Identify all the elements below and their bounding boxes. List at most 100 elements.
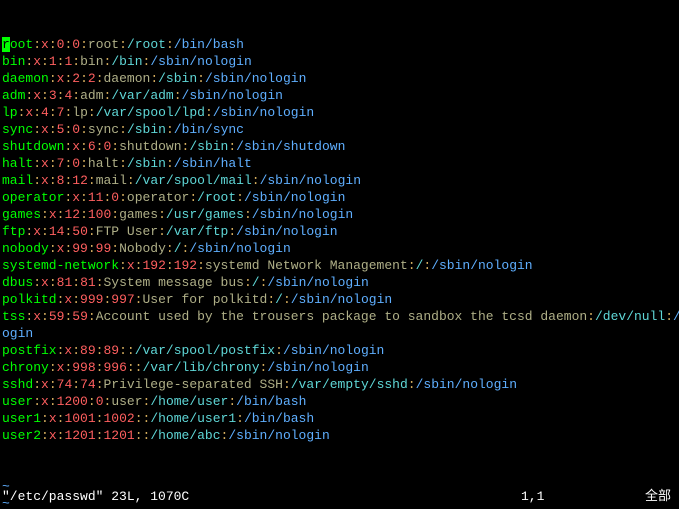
- text-segment: 59: [49, 309, 65, 324]
- text-segment: games: [2, 207, 41, 222]
- text-segment: /sbin: [127, 156, 166, 171]
- text-segment: /var/spool/lpd: [96, 105, 205, 120]
- text-segment: ::: [127, 360, 143, 375]
- text-segment: /sbin/nologin: [150, 54, 251, 69]
- file-line: root:x:0:0:root:/root:/bin/bash: [2, 36, 677, 53]
- text-segment: :: [72, 88, 80, 103]
- text-segment: /var/ftp: [166, 224, 228, 239]
- text-segment: :: [96, 377, 104, 392]
- text-segment: lp: [2, 105, 18, 120]
- text-segment: :: [41, 428, 49, 443]
- text-segment: /sbin/nologin: [283, 343, 384, 358]
- text-segment: 997: [111, 292, 134, 307]
- text-segment: :: [127, 173, 135, 188]
- text-segment: /usr/games: [166, 207, 244, 222]
- text-segment: /sbin/nologin: [252, 207, 353, 222]
- text-segment: User for polkitd: [142, 292, 267, 307]
- text-segment: oot: [10, 37, 33, 52]
- text-segment: bin: [2, 54, 25, 69]
- file-line: nobody:x:99:99:Nobody:/:/sbin/nologin: [2, 240, 677, 257]
- terminal-viewport[interactable]: root:x:0:0:root:/root:/bin/bashbin:x:1:1…: [0, 0, 679, 509]
- text-segment: 89: [80, 343, 96, 358]
- text-segment: :: [72, 292, 80, 307]
- text-segment: :: [41, 54, 49, 69]
- text-segment: sshd: [2, 377, 33, 392]
- text-segment: :: [587, 309, 595, 324]
- text-segment: :: [283, 292, 291, 307]
- text-segment: :: [119, 37, 127, 52]
- text-segment: 81: [57, 275, 73, 290]
- text-segment: :: [72, 343, 80, 358]
- text-segment: :: [33, 122, 41, 137]
- text-segment: /sbin: [189, 139, 228, 154]
- text-segment: nobody: [2, 241, 49, 256]
- text-segment: /sbin/nologin: [205, 71, 306, 86]
- text-segment: 996: [103, 360, 126, 375]
- text-segment: :: [49, 122, 57, 137]
- text-segment: :: [49, 156, 57, 171]
- text-segment: sync: [2, 122, 33, 137]
- text-segment: /var/spool/postfix: [135, 343, 275, 358]
- text-segment: :: [166, 258, 174, 273]
- text-segment: :: [49, 394, 57, 409]
- text-segment: 0: [96, 394, 104, 409]
- text-segment: mail: [96, 173, 127, 188]
- text-segment: user2: [2, 428, 41, 443]
- file-line: user1:x:1001:1002::/home/user1:/bin/bash: [2, 410, 677, 427]
- file-line: adm:x:3:4:adm:/var/adm:/sbin/nologin: [2, 87, 677, 104]
- text-segment: /bin/sync: [174, 122, 244, 137]
- text-segment: :: [41, 207, 49, 222]
- file-line: daemon:x:2:2:daemon:/sbin:/sbin/nologin: [2, 70, 677, 87]
- text-segment: 1201: [64, 428, 95, 443]
- text-segment: :: [228, 139, 236, 154]
- text-segment: 1201: [103, 428, 134, 443]
- text-segment: :: [49, 360, 57, 375]
- status-scroll: 全部: [621, 488, 677, 505]
- text-segment: /sbin/nologin: [228, 428, 329, 443]
- text-segment: user1: [2, 411, 41, 426]
- file-line: shutdown:x:6:0:shutdown:/sbin:/sbin/shut…: [2, 138, 677, 155]
- text-segment: :: [80, 207, 88, 222]
- text-segment: :: [49, 71, 57, 86]
- text-segment: /var/lib/chrony: [142, 360, 259, 375]
- text-segment: :: [88, 173, 96, 188]
- text-segment: :: [205, 105, 213, 120]
- text-segment: :: [228, 394, 236, 409]
- text-segment: :: [80, 71, 88, 86]
- text-segment: 192: [174, 258, 197, 273]
- text-segment: /sbin/nologin: [182, 88, 283, 103]
- file-line: ogin: [2, 325, 677, 342]
- text-segment: :: [174, 88, 182, 103]
- text-segment: 14: [49, 224, 65, 239]
- text-segment: 89: [103, 343, 119, 358]
- text-segment: ::: [135, 411, 151, 426]
- text-segment: FTP User: [96, 224, 158, 239]
- file-line: mail:x:8:12:mail:/var/spool/mail:/sbin/n…: [2, 172, 677, 189]
- text-segment: Nobody: [119, 241, 166, 256]
- text-segment: 59: [72, 309, 88, 324]
- text-segment: 1: [49, 54, 57, 69]
- text-segment: :: [158, 207, 166, 222]
- text-segment: :: [111, 241, 119, 256]
- file-line: sync:x:5:0:sync:/sbin:/bin/sync: [2, 121, 677, 138]
- text-segment: root: [88, 37, 119, 52]
- text-segment: :: [166, 156, 174, 171]
- text-segment: /sbin/nologin: [244, 190, 345, 205]
- text-segment: :: [88, 241, 96, 256]
- text-segment: user: [111, 394, 142, 409]
- text-segment: /var/empty/sshd: [291, 377, 408, 392]
- text-segment: ::: [119, 343, 135, 358]
- text-segment: x: [41, 394, 49, 409]
- file-line: halt:x:7:0:halt:/sbin:/sbin/halt: [2, 155, 677, 172]
- text-segment: :: [283, 377, 291, 392]
- text-segment: :: [96, 275, 104, 290]
- text-segment: :: [111, 139, 119, 154]
- text-segment: /bin: [111, 54, 142, 69]
- text-segment: 1002: [103, 411, 134, 426]
- text-segment: :: [166, 37, 174, 52]
- text-segment: /sbin/nologin: [291, 292, 392, 307]
- text-segment: x: [49, 428, 57, 443]
- text-segment: :: [166, 241, 174, 256]
- file-line: operator:x:11:0:operator:/root:/sbin/nol…: [2, 189, 677, 206]
- text-segment: /sbin/nologin: [213, 105, 314, 120]
